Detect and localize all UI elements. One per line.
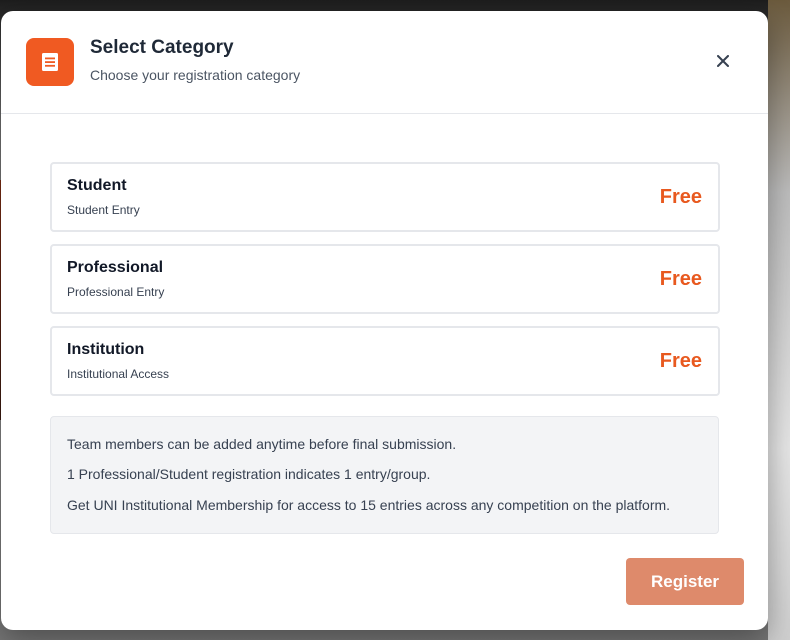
modal-header: Select Category Choose your registration… [1,11,768,114]
info-box: Team members can be added anytime before… [50,416,719,534]
modal-title: Select Category [90,37,234,58]
category-option-professional[interactable]: Professional Professional Entry Free [50,244,720,314]
register-button[interactable]: Register [626,558,744,605]
info-line-team-members: Team members can be added anytime before… [67,436,457,452]
category-option-student[interactable]: Student Student Entry Free [50,162,720,232]
backdrop-right-strip [768,0,790,640]
category-option-institution[interactable]: Institution Institutional Access Free [50,326,720,396]
category-name: Student [67,177,127,194]
category-price: Free [659,268,702,290]
category-name: Professional [67,259,164,276]
category-price: Free [659,186,702,208]
modal-subtitle: Choose your registration category [90,67,301,83]
category-description: Student Entry [67,203,140,217]
select-category-modal: Select Category Choose your registration… [1,11,768,630]
close-icon [717,55,729,67]
category-description: Professional Entry [67,285,165,299]
category-description: Institutional Access [67,367,170,381]
category-name: Institution [67,341,145,358]
info-line-institutional-membership: Get UNI Institutional Membership for acc… [67,497,671,513]
category-price: Free [659,350,702,372]
document-icon [26,38,74,86]
info-line-entry-group: 1 Professional/Student registration indi… [67,466,431,482]
close-button[interactable] [711,49,735,73]
